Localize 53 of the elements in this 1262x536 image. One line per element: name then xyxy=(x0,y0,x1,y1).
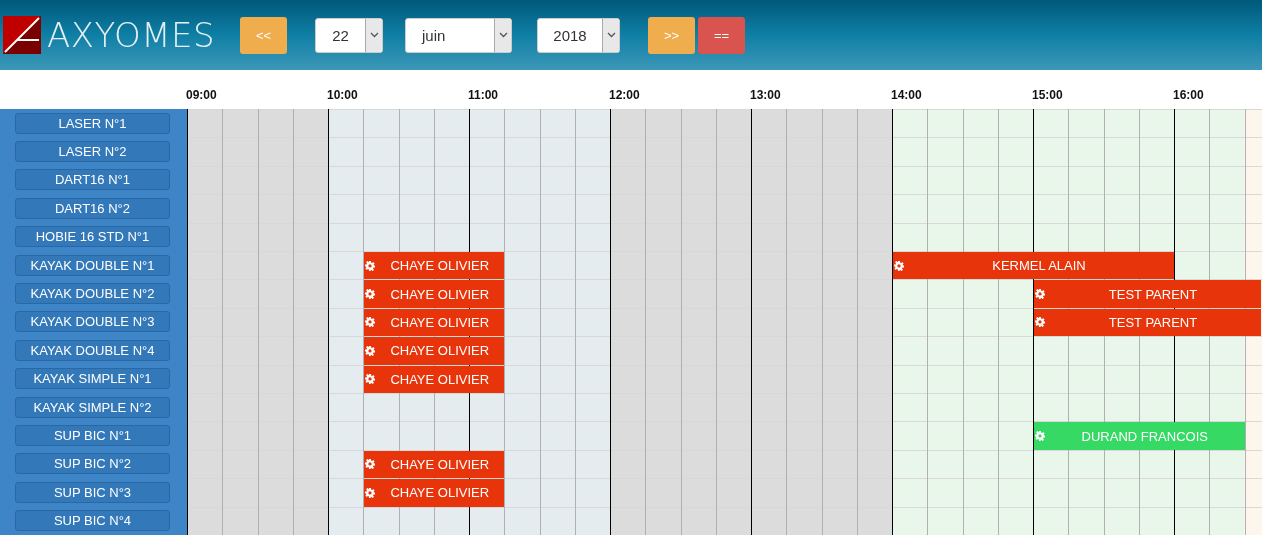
gear-icon[interactable] xyxy=(894,260,904,271)
resource-button[interactable]: KAYAK DOUBLE N°1 xyxy=(15,254,170,276)
hour-label: 13:00 xyxy=(750,88,781,102)
resource-button[interactable]: KAYAK SIMPLE N°2 xyxy=(15,396,170,418)
gear-icon[interactable] xyxy=(365,345,376,356)
booking-bar[interactable]: CHAYE OLIVIER xyxy=(364,337,505,365)
hour-label: 12:00 xyxy=(609,88,640,102)
day-select[interactable]: 22 xyxy=(315,17,383,53)
booking-bar[interactable]: KERMEL ALAIN xyxy=(893,252,1174,280)
resource-button[interactable]: KAYAK SIMPLE N°1 xyxy=(15,368,170,390)
gear-icon[interactable] xyxy=(365,459,376,470)
resource-button[interactable]: SUP BIC N°1 xyxy=(15,425,170,446)
gear-icon[interactable] xyxy=(1035,317,1045,328)
resource-button[interactable]: SUP BIC N°2 xyxy=(15,453,170,475)
chevron-down-icon xyxy=(369,32,379,38)
chevron-down-icon xyxy=(498,32,508,38)
resource-button[interactable]: KAYAK DOUBLE N°4 xyxy=(15,339,170,361)
gear-icon[interactable] xyxy=(365,260,376,271)
schedule-grid[interactable]: CHAYE OLIVIER KERMEL ALAIN CHAYE OLIVIER TEST PARENT CHAYE OLIVIER TEST PARENT CHAYE OLIVIER CHAYE OLIVIER DURAND FRANCOIS CHAYE OLIVIER CHAYE OLIVIER xyxy=(187,109,1262,535)
hour-label: 15:00 xyxy=(1032,88,1063,102)
year-select[interactable]: 2018 xyxy=(537,17,620,53)
booking-bar[interactable]: TEST PARENT xyxy=(1034,280,1261,308)
logo-text: AXYOMES xyxy=(47,15,216,55)
hour-label: 09:00 xyxy=(186,88,217,102)
gear-icon[interactable] xyxy=(365,374,376,385)
hour-label: 14:00 xyxy=(891,88,922,102)
resource-button[interactable]: DART16 N°2 xyxy=(15,197,170,219)
chevron-down-icon xyxy=(606,32,616,38)
resource-button[interactable]: SUP BIC N°3 xyxy=(15,481,170,503)
booking-bar[interactable]: CHAYE OLIVIER xyxy=(364,479,505,507)
gear-icon[interactable] xyxy=(365,317,376,328)
resource-button[interactable]: DART16 N°1 xyxy=(15,169,170,191)
booking-bar[interactable]: TEST PARENT xyxy=(1034,308,1261,337)
gear-icon[interactable] xyxy=(1035,289,1045,300)
gear-icon[interactable] xyxy=(365,289,376,300)
resource-button[interactable]: LASER N°1 xyxy=(15,112,170,134)
booking-bar[interactable]: CHAYE OLIVIER xyxy=(364,252,505,280)
resource-button[interactable]: KAYAK DOUBLE N°2 xyxy=(15,283,170,305)
booking-bar[interactable]: CHAYE OLIVIER xyxy=(364,308,505,337)
resource-button[interactable]: SUP BIC N°4 xyxy=(15,510,170,532)
hour-label: 16:00 xyxy=(1173,88,1204,102)
resource-button[interactable]: KAYAK DOUBLE N°3 xyxy=(15,311,170,333)
resource-button[interactable]: LASER N°2 xyxy=(15,141,170,163)
hour-label: 11:00 xyxy=(468,88,499,102)
month-select[interactable]: juin xyxy=(405,17,512,53)
booking-bar[interactable]: CHAYE OLIVIER xyxy=(364,450,505,479)
gear-icon[interactable] xyxy=(365,487,376,498)
resource-button[interactable]: HOBIE 16 STD N°1 xyxy=(15,226,170,248)
today-button[interactable]: == xyxy=(698,16,745,54)
hour-label: 10:00 xyxy=(327,88,358,102)
booking-bar[interactable]: CHAYE OLIVIER xyxy=(364,365,505,393)
booking-bar[interactable]: CHAYE OLIVIER xyxy=(364,280,505,308)
logo-icon xyxy=(3,16,41,54)
